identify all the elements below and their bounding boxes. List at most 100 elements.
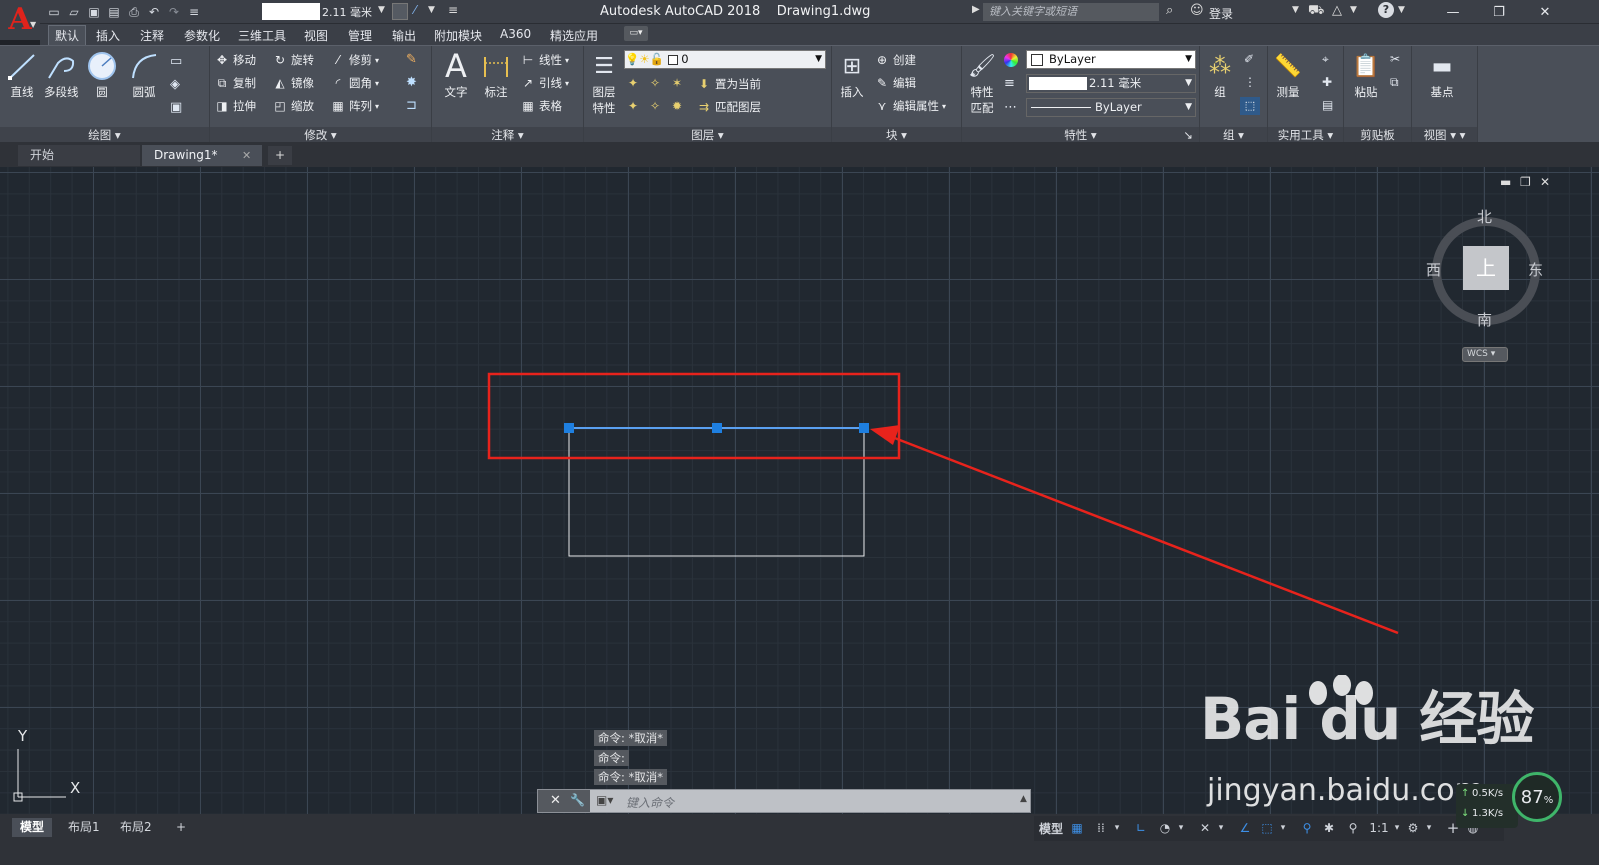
- drawing-canvas[interactable]: ▬ ❐ ✕ 北 南 西 东 上 WCS ▾ Y X 命令: *取消* 命令: 命…: [0, 167, 1599, 814]
- groups-panel-label[interactable]: 组 ▾: [1200, 127, 1267, 143]
- view-panel-label[interactable]: 视图 ▾ ▾: [1412, 127, 1477, 143]
- color-wheel-icon[interactable]: [1004, 53, 1018, 67]
- table-button[interactable]: ▦ 表格: [520, 97, 562, 115]
- model-space-button[interactable]: 模型: [1036, 819, 1066, 837]
- command-customize-icon[interactable]: 🔧: [570, 793, 585, 807]
- polar-dropdown-icon[interactable]: ▾: [1176, 819, 1186, 837]
- osnap-dropdown-icon[interactable]: ▾: [1278, 819, 1288, 837]
- command-close-icon[interactable]: ✕: [550, 793, 561, 808]
- explode-icon[interactable]: ✸: [406, 75, 417, 90]
- boundary-icon[interactable]: ▣: [170, 100, 182, 115]
- calculator-icon[interactable]: ▤: [1322, 98, 1333, 112]
- scale-dropdown-icon[interactable]: ▼: [378, 5, 385, 15]
- add-layout-button[interactable]: +: [168, 818, 194, 837]
- base-view-button[interactable]: ▬ 基点: [1426, 50, 1458, 100]
- command-input[interactable]: 键入命令: [626, 794, 674, 811]
- object-snap-tracking-icon[interactable]: ∠: [1236, 819, 1254, 837]
- annotation-panel-label[interactable]: 注释 ▾: [432, 127, 583, 143]
- properties-panel-label[interactable]: 特性 ▾ ↘: [962, 127, 1199, 143]
- auto-scale-icon[interactable]: ✱: [1320, 819, 1338, 837]
- paste-button[interactable]: 📋 粘贴: [1350, 50, 1382, 100]
- tab-featured-apps[interactable]: 精选应用: [544, 26, 604, 45]
- layers-panel-label[interactable]: 图层 ▾: [584, 127, 831, 143]
- save-as-icon[interactable]: ▤: [106, 4, 122, 20]
- layer-isolate-icon[interactable]: ✧: [650, 76, 660, 90]
- layout-tab-model[interactable]: 模型: [12, 818, 53, 837]
- move-button[interactable]: ✥ 移动: [214, 51, 256, 69]
- command-history-toggle-icon[interactable]: ▲: [1020, 794, 1027, 804]
- block-panel-label[interactable]: 块 ▾: [832, 127, 961, 143]
- trim-button[interactable]: ⁄ 修剪 ▾: [330, 51, 379, 69]
- annotation-visibility-icon[interactable]: ⚲: [1298, 819, 1316, 837]
- polyline-button[interactable]: 多段线: [44, 50, 79, 100]
- fillet-button[interactable]: ◜ 圆角 ▾: [330, 74, 379, 92]
- modify-panel-label[interactable]: 修改 ▾: [210, 127, 431, 143]
- draw-panel-label[interactable]: 绘图 ▾: [0, 127, 209, 143]
- scale-button[interactable]: ◰ 缩放: [272, 97, 314, 115]
- polar-tracking-icon[interactable]: ◔: [1156, 819, 1174, 837]
- make-current-button[interactable]: ⬇ 置为当前: [696, 75, 761, 93]
- annotation-scale-value[interactable]: 1:1: [1366, 819, 1392, 837]
- layer-on-icon[interactable]: ✦: [628, 99, 638, 113]
- linetype-icon[interactable]: ⋯: [1004, 100, 1017, 115]
- match-layer-button[interactable]: ⇉ 匹配图层: [696, 98, 761, 116]
- lineweight-preview-box[interactable]: [262, 3, 320, 20]
- edit-block-button[interactable]: ✎ 编辑: [874, 74, 916, 92]
- help-icon[interactable]: ?: [1378, 2, 1394, 18]
- undo-icon[interactable]: ↶: [146, 4, 162, 20]
- linear-dim-button[interactable]: ⊢ 线性 ▾: [520, 51, 569, 69]
- layer-dropdown[interactable]: 💡☀🔓 0 ▼: [624, 50, 826, 69]
- search-input[interactable]: 键入关键字或短语: [983, 3, 1159, 21]
- user-icon[interactable]: ☺: [1190, 3, 1204, 18]
- cart-icon[interactable]: ⛟: [1308, 3, 1324, 20]
- help-dropdown-icon[interactable]: ▼: [1398, 5, 1405, 15]
- group-selection-icon[interactable]: ⬚: [1240, 97, 1260, 115]
- lineweight-icon[interactable]: ≡: [1004, 76, 1015, 91]
- stretch-button[interactable]: ◨ 拉伸: [214, 97, 256, 115]
- quick-select-icon[interactable]: ⌖: [1322, 52, 1329, 67]
- offset-icon[interactable]: ⊐: [406, 98, 417, 113]
- tab-parametric[interactable]: 参数化: [178, 26, 226, 45]
- workspace-menu-icon[interactable]: ≡: [186, 4, 202, 20]
- edit-attributes-button[interactable]: ⋎ 编辑属性 ▾: [874, 97, 946, 115]
- workspace-dropdown-icon[interactable]: ▾: [1424, 819, 1434, 837]
- tab-default[interactable]: 默认: [48, 25, 87, 45]
- tab-output[interactable]: 输出: [386, 26, 422, 45]
- hatch-icon[interactable]: ◈: [170, 77, 180, 92]
- layer-tool-icon[interactable]: [392, 3, 408, 20]
- ribbon-minimize-icon[interactable]: ▭▾: [624, 26, 648, 41]
- leader-button[interactable]: ↗ 引线 ▾: [520, 74, 569, 92]
- copy-button[interactable]: ⧉ 复制: [214, 74, 256, 92]
- annotation-scale-icon[interactable]: ⚲: [1344, 819, 1362, 837]
- binoculars-icon[interactable]: ⌕: [1166, 3, 1173, 18]
- tab-3d-tools[interactable]: 三维工具: [232, 26, 292, 45]
- lineweight-dropdown[interactable]: 2.11 毫米 ▼: [1026, 74, 1196, 93]
- group-button[interactable]: ⁂ 组: [1204, 50, 1236, 100]
- erase-icon[interactable]: ✎: [406, 52, 417, 67]
- close-tab-icon[interactable]: ✕: [242, 145, 251, 166]
- print-icon[interactable]: ⎙: [126, 4, 142, 20]
- tab-view[interactable]: 视图: [298, 26, 334, 45]
- linetype-dropdown[interactable]: ByLayer ▼: [1026, 98, 1196, 117]
- layer-freeze-icon[interactable]: ✶: [672, 76, 682, 90]
- array-button[interactable]: ▦ 阵列 ▾: [330, 97, 379, 115]
- scale-dropdown-icon[interactable]: ▾: [1392, 819, 1402, 837]
- search-expand-icon[interactable]: ▶: [972, 4, 980, 15]
- mirror-button[interactable]: ◭ 镜像: [272, 74, 314, 92]
- group-edit-icon[interactable]: ⋮: [1244, 75, 1256, 89]
- linetype-tool-icon[interactable]: ⁄: [414, 3, 416, 17]
- arc-button[interactable]: 圆弧: [128, 50, 160, 100]
- tab-annotate[interactable]: 注释: [134, 26, 170, 45]
- login-button[interactable]: 登录: [1209, 5, 1233, 22]
- start-tab[interactable]: 开始: [18, 145, 140, 166]
- object-snap-icon[interactable]: ⬚: [1258, 819, 1276, 837]
- customize-dropdown-icon[interactable]: ▼: [428, 5, 435, 15]
- line-button[interactable]: 直线: [6, 50, 38, 100]
- qat-more-icon[interactable]: ≡: [448, 3, 458, 17]
- layer-thaw-icon[interactable]: ✹: [672, 99, 682, 113]
- isodraft-icon[interactable]: ✕: [1196, 819, 1214, 837]
- insert-block-button[interactable]: ⊞ 插入: [836, 50, 868, 100]
- ortho-icon[interactable]: ∟: [1132, 819, 1150, 837]
- layer-unisolate-icon[interactable]: ✧: [650, 99, 660, 113]
- match-properties-button[interactable]: 🖌 特性 匹配: [966, 50, 998, 116]
